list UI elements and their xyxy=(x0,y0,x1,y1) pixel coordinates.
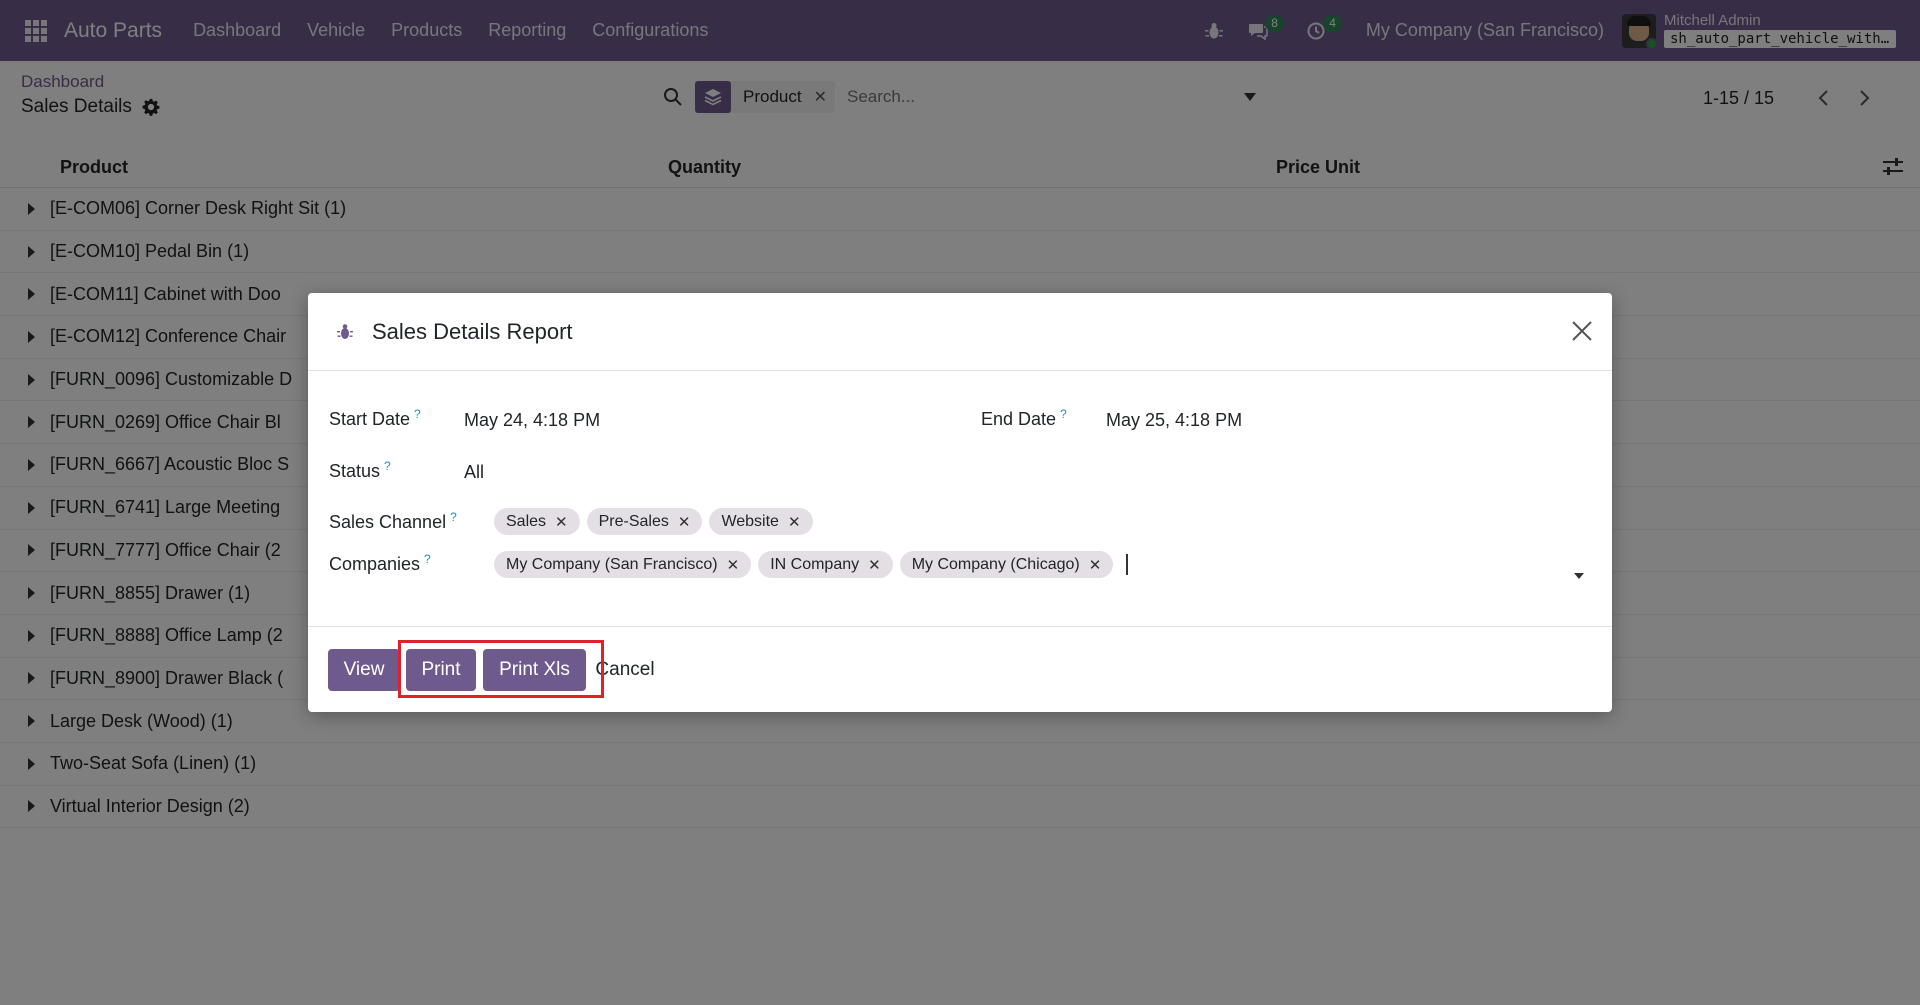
modal-footer: View Print Print Xls Cancel xyxy=(308,627,1612,712)
modal-header: Sales Details Report xyxy=(308,293,1612,371)
tag-remove-icon[interactable]: ✕ xyxy=(1089,556,1102,574)
highlight-annotation-box xyxy=(398,640,604,698)
tag-website: Website ✕ xyxy=(709,508,813,535)
tag-remove-icon[interactable]: ✕ xyxy=(678,513,691,531)
start-date-field[interactable]: May 24, 4:18 PM xyxy=(464,410,600,431)
tag-sales: Sales ✕ xyxy=(494,508,580,535)
modal-body: Start Date? May 24, 4:18 PM End Date? Ma… xyxy=(308,371,1612,627)
help-tooltip-icon[interactable]: ? xyxy=(450,510,457,524)
companies-dropdown-icon[interactable] xyxy=(1574,573,1584,579)
sales-details-report-dialog: Sales Details Report Start Date? May 24,… xyxy=(308,293,1612,712)
end-date-field[interactable]: May 25, 4:18 PM xyxy=(1106,410,1242,431)
status-field[interactable]: All xyxy=(464,462,484,483)
help-tooltip-icon[interactable]: ? xyxy=(424,552,431,566)
companies-label: Companies? xyxy=(329,552,431,574)
sales-channel-label: Sales Channel? xyxy=(329,510,457,532)
tag-remove-icon[interactable]: ✕ xyxy=(788,513,801,531)
end-date-label: End Date? xyxy=(981,407,1067,429)
tag-pre-sales: Pre-Sales ✕ xyxy=(586,508,703,535)
text-cursor xyxy=(1126,554,1129,575)
tag-remove-icon[interactable]: ✕ xyxy=(727,556,740,574)
tag-my-company-chicago: My Company (Chicago) ✕ xyxy=(899,551,1114,578)
sales-channel-tags: Sales ✕ Pre-Sales ✕ Website ✕ xyxy=(494,508,820,535)
companies-tags[interactable]: My Company (San Francisco) ✕ IN Company ✕ … xyxy=(494,551,1129,578)
tag-my-company-san-francisco: My Company (San Francisco) ✕ xyxy=(494,551,752,578)
modal-title: Sales Details Report xyxy=(372,318,573,344)
tag-in-company: IN Company ✕ xyxy=(758,551,893,578)
tag-remove-icon[interactable]: ✕ xyxy=(555,513,568,531)
debug-bug-icon[interactable] xyxy=(335,322,355,342)
start-date-label: Start Date? xyxy=(329,407,421,429)
help-tooltip-icon[interactable]: ? xyxy=(414,407,421,421)
tag-remove-icon[interactable]: ✕ xyxy=(868,556,881,574)
close-icon[interactable] xyxy=(1570,319,1594,343)
help-tooltip-icon[interactable]: ? xyxy=(1060,407,1067,421)
view-button[interactable]: View xyxy=(328,649,400,691)
help-tooltip-icon[interactable]: ? xyxy=(384,459,391,473)
status-label: Status? xyxy=(329,459,391,481)
